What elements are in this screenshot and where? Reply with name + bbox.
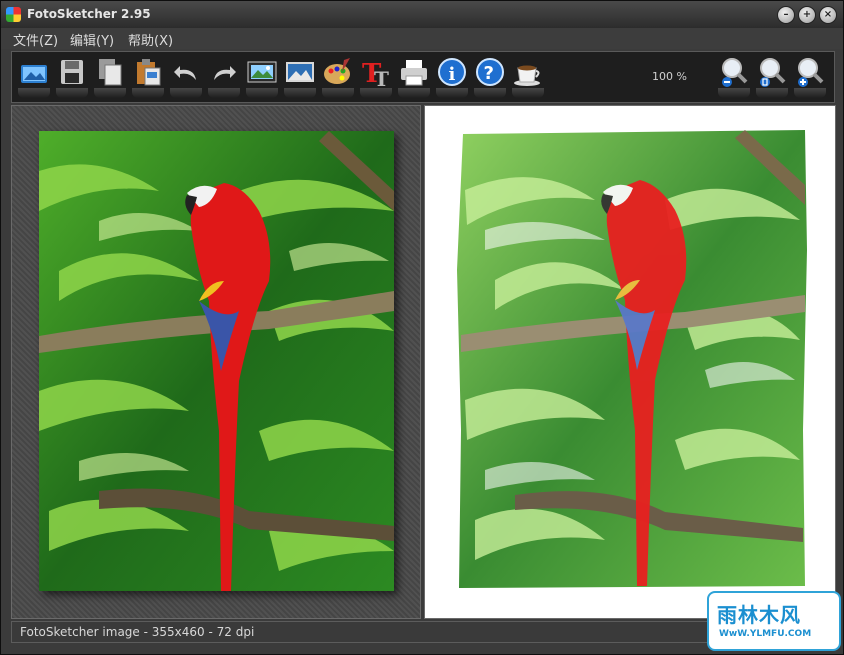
paste-icon	[137, 59, 161, 86]
minimize-button[interactable]: –	[777, 6, 795, 24]
app-logo-icon	[6, 7, 21, 22]
menu-bar: 文件(Z) 编辑(Y) 帮助(X)	[1, 28, 843, 49]
process-image-icon	[247, 61, 277, 83]
zoom-out-button[interactable]	[718, 56, 750, 98]
landscape-image-button[interactable]	[284, 56, 316, 98]
close-icon: ×	[823, 9, 833, 20]
save-icon	[61, 60, 83, 84]
process-image-button[interactable]	[246, 56, 278, 98]
toolbar: TT i ? 100 %	[11, 51, 835, 103]
original-photo	[39, 131, 394, 591]
open-image-button[interactable]	[18, 56, 50, 98]
text-tool-button[interactable]: TT	[360, 56, 392, 98]
maximize-button[interactable]: +	[798, 6, 816, 24]
donate-coffee-button[interactable]	[512, 56, 544, 98]
info-button[interactable]: i	[436, 56, 468, 98]
zoom-in-button[interactable]	[794, 56, 826, 98]
menu-help[interactable]: 帮助(X)	[128, 30, 173, 49]
svg-text:?: ?	[484, 63, 494, 84]
zoom-in-icon	[798, 58, 824, 87]
menu-edit[interactable]: 编辑(Y)	[70, 30, 114, 49]
minimize-icon: –	[783, 9, 789, 20]
zoom-level: 100 %	[652, 70, 687, 83]
zoom-fit-button[interactable]	[756, 56, 788, 98]
watermark-title: 雨林木风	[717, 603, 801, 627]
svg-text:i: i	[449, 64, 456, 85]
landscape-image-icon	[286, 62, 314, 82]
original-image-pane[interactable]	[11, 105, 421, 619]
undo-icon	[174, 66, 196, 80]
zoom-out-icon	[722, 58, 748, 87]
title-bar[interactable]: FotoSketcher 2.95 – + ×	[1, 1, 843, 28]
open-image-icon	[21, 65, 47, 83]
save-button[interactable]	[56, 56, 88, 98]
text-icon: TT	[362, 59, 389, 88]
watermark-url: WwW.YLMFU.COM	[719, 629, 812, 639]
watermark-logo: 雨林木风 WwW.YLMFU.COM	[707, 591, 841, 651]
redo-button[interactable]	[208, 56, 240, 98]
sketch-result-image	[455, 130, 810, 590]
paste-button[interactable]	[132, 56, 164, 98]
close-button[interactable]: ×	[819, 6, 837, 24]
palette-icon	[324, 58, 350, 84]
help-icon: ?	[476, 58, 504, 86]
status-text: FotoSketcher image - 355x460 - 72 dpi	[20, 625, 255, 639]
menu-file[interactable]: 文件(Z)	[13, 30, 58, 49]
print-icon	[401, 60, 427, 86]
copy-icon	[99, 59, 122, 86]
svg-text:T: T	[374, 67, 389, 88]
redo-icon	[214, 66, 236, 80]
palette-button[interactable]	[322, 56, 354, 98]
help-button[interactable]: ?	[474, 56, 506, 98]
undo-button[interactable]	[170, 56, 202, 98]
maximize-icon: +	[802, 9, 812, 20]
coffee-icon	[514, 65, 540, 86]
zoom-fit-icon	[760, 58, 786, 87]
copy-button[interactable]	[94, 56, 126, 98]
print-button[interactable]	[398, 56, 430, 98]
app-window: FotoSketcher 2.95 – + × 文件(Z) 编辑(Y) 帮助(X…	[0, 0, 844, 655]
sketch-result-pane[interactable]	[424, 105, 836, 619]
window-title: FotoSketcher 2.95	[27, 7, 151, 21]
info-icon: i	[438, 58, 466, 86]
